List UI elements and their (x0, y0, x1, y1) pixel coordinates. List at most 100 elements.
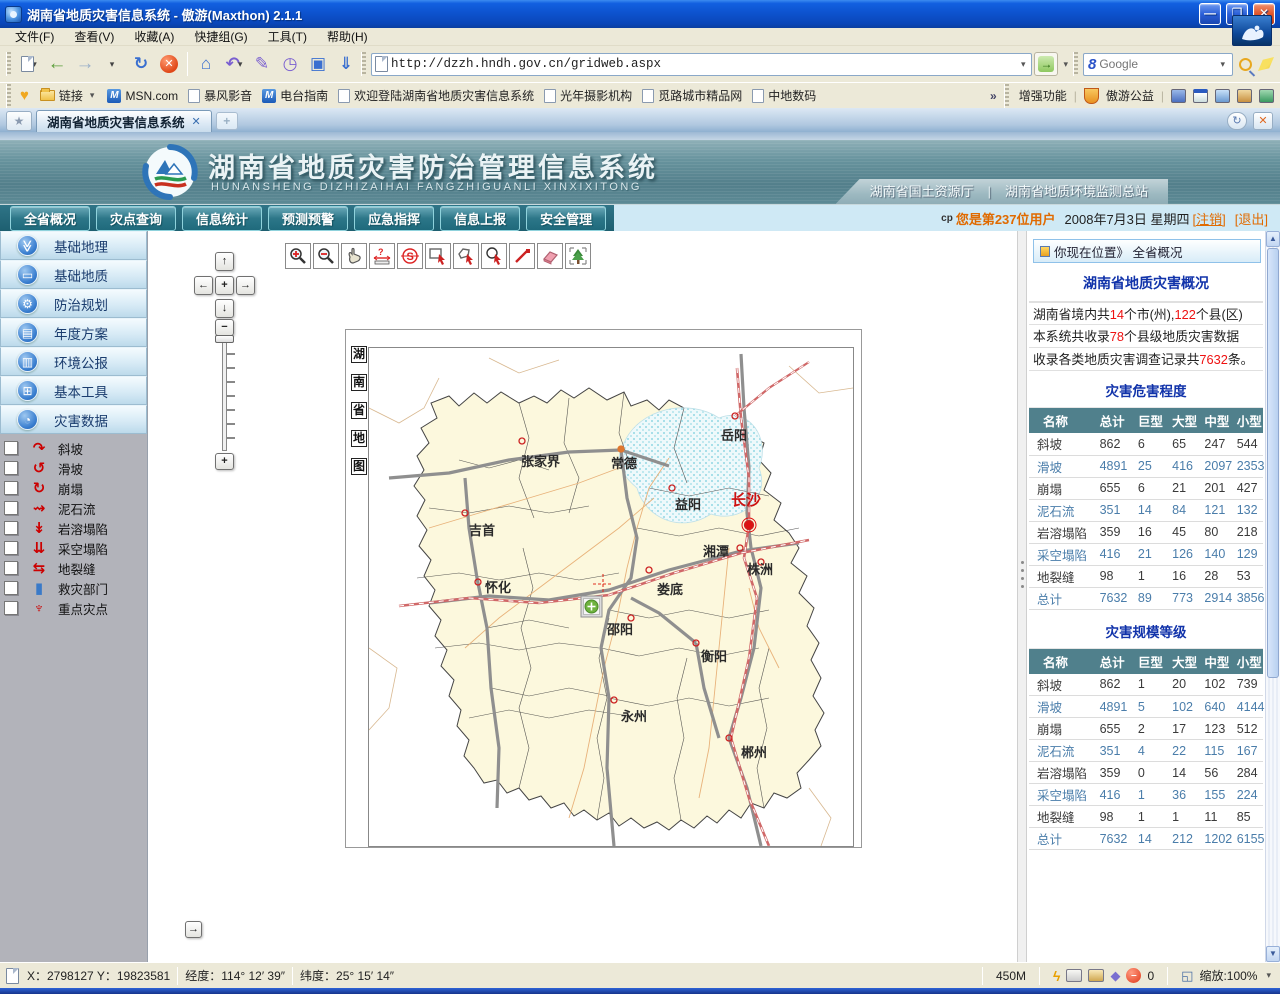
zoom-in-tool-button[interactable] (285, 243, 311, 269)
pan-right-button[interactable]: → (236, 276, 255, 295)
sidebar-item-basic-geography[interactable]: ≫基础地理 (0, 231, 147, 260)
nav-tab-security-mgmt[interactable]: 安全管理 (526, 206, 606, 231)
sidebar-item-basic-geology[interactable]: ▭基础地质 (0, 260, 147, 289)
sidebar-item-disaster-data[interactable]: ◔灾害数据 (0, 405, 147, 434)
nav-tab-province-overview[interactable]: 全省概况 (10, 206, 90, 231)
expand-panel-button[interactable]: → (185, 921, 202, 938)
scroll-down-button[interactable]: ▼ (1266, 946, 1280, 962)
layer-rescue-dept[interactable]: ▮救灾部门 (0, 578, 147, 598)
window-list-button[interactable]: ▣ (305, 51, 331, 77)
link-land-resources-dept[interactable]: 湖南省国土资源厅 (870, 179, 974, 204)
link-hunan-welcome[interactable]: 欢迎登陆湖南省地质灾害信息系统 (333, 87, 539, 104)
address-bar[interactable]: ▾ (371, 53, 1032, 76)
address-input[interactable] (391, 57, 1015, 71)
nav-tab-info-report[interactable]: 信息上报 (440, 206, 520, 231)
favorites-heart-icon[interactable]: ♥ (20, 87, 29, 104)
zoom-out-slider-button[interactable]: − (215, 319, 234, 336)
key-points-checkbox[interactable] (4, 601, 18, 615)
new-page-button[interactable]: ▾ (16, 51, 42, 77)
search-box[interactable]: 8 ▾ (1083, 53, 1233, 76)
maxthon-logo[interactable] (1232, 15, 1272, 46)
window-icon[interactable] (1193, 89, 1208, 103)
vertical-scrollbar[interactable]: ▲ ▼ (1265, 231, 1280, 962)
menu-help[interactable]: 帮助(H) (318, 27, 377, 46)
go-dropdown-icon[interactable]: ▾ (1060, 59, 1071, 70)
nav-tab-forecast-warning[interactable]: 预测预警 (268, 206, 348, 231)
link-guangnian-photo[interactable]: 光年摄影机构 (539, 87, 637, 104)
nav-tab-emergency-command[interactable]: 应急指挥 (354, 206, 434, 231)
new-tab-button[interactable]: + (216, 112, 238, 130)
sidebar-item-prevention-plan[interactable]: ⚙防治规划 (0, 289, 147, 318)
zoom-dropdown-icon[interactable]: ▾ (1263, 970, 1274, 981)
scroll-up-button[interactable]: ▲ (1266, 231, 1280, 247)
printer-icon[interactable] (1066, 969, 1082, 982)
magic-fill-button[interactable]: ✎ (249, 51, 275, 77)
plugins-grip[interactable] (1004, 84, 1009, 108)
plugin-icon[interactable] (1259, 89, 1274, 103)
stop-button[interactable]: ✕ (156, 51, 182, 77)
sidebar-item-env-bulletin[interactable]: ▥环境公报 (0, 347, 147, 376)
link-zhongdi-digital[interactable]: 中地数码 (747, 87, 821, 104)
search-icon[interactable] (1239, 58, 1252, 71)
full-extent-tool-button[interactable] (565, 243, 591, 269)
layer-debris-flow[interactable]: ⇝泥石流 (0, 498, 147, 518)
zoom-slider-thumb[interactable] (215, 335, 234, 343)
pan-down-button[interactable]: ↓ (215, 299, 234, 318)
pan-center-button[interactable]: + (215, 276, 234, 295)
layer-ground-fissure[interactable]: ⇆地裂缝 (0, 558, 147, 578)
map-area[interactable]: ↑ ← + → ↓ − + ?S 湖南省地图 (148, 231, 1017, 962)
sidebar-item-annual-plan[interactable]: ▤年度方案 (0, 318, 147, 347)
resize-icon[interactable]: ◱ (1181, 968, 1193, 984)
city-marker[interactable] (611, 697, 617, 703)
tab-hunan-system[interactable]: 湖南省地质灾害信息系统 ✕ (36, 110, 212, 132)
karst-subsidence-checkbox[interactable] (4, 521, 18, 535)
eraser-tool-icon[interactable]: ◆ (1110, 968, 1120, 984)
landslide-checkbox[interactable] (4, 461, 18, 475)
city-marker[interactable] (475, 579, 481, 585)
city-marker[interactable] (462, 510, 468, 516)
back-button[interactable]: ← (44, 51, 70, 77)
paint-icon[interactable] (1237, 89, 1252, 103)
menu-tools[interactable]: 工具(T) (259, 27, 316, 46)
layer-collapse[interactable]: ↻崩塌 (0, 478, 147, 498)
link-msn[interactable]: MMSN.com (102, 89, 183, 103)
link-radio-guide[interactable]: M电台指南 (257, 87, 333, 104)
link-milu-city[interactable]: 觅路城市精品网 (637, 87, 747, 104)
layer-landslide[interactable]: ↺滑坡 (0, 458, 147, 478)
messenger-icon[interactable] (1171, 89, 1186, 103)
layer-mining-subsidence[interactable]: ⇊采空塌陷 (0, 538, 147, 558)
pan-up-button[interactable]: ↑ (215, 252, 234, 271)
zoom-out-tool-button[interactable] (313, 243, 339, 269)
go-button[interactable]: → (1034, 52, 1058, 76)
tab-close-icon[interactable]: ✕ (192, 115, 201, 128)
scroll-thumb[interactable] (1267, 248, 1279, 678)
history-clock-button[interactable]: ◷ (277, 51, 303, 77)
city-marker[interactable] (618, 446, 624, 452)
rescue-dept-checkbox[interactable] (4, 581, 18, 595)
city-marker[interactable] (745, 521, 754, 530)
menu-favorites[interactable]: 收藏(A) (125, 27, 183, 46)
menu-file[interactable]: 文件(F) (6, 27, 63, 46)
collapse-checkbox[interactable] (4, 481, 18, 495)
zoom-in-slider-button[interactable]: + (215, 453, 234, 470)
search-dropdown-icon[interactable]: ▾ (1217, 59, 1228, 70)
link-geo-env-monitor-station[interactable]: 湖南省地质环境监测总站 (1005, 179, 1148, 204)
undo-button[interactable]: ↶▾ (221, 51, 247, 77)
search-engine-icon[interactable]: 8 (1088, 56, 1096, 73)
pan-tool-button[interactable] (341, 243, 367, 269)
forward-button[interactable]: → (72, 51, 98, 77)
highlighter-icon[interactable] (1258, 57, 1274, 71)
layer-key-points[interactable]: ♆重点灾点 (0, 598, 147, 618)
boost-icon[interactable]: ϟ (1053, 968, 1060, 984)
city-marker[interactable] (726, 735, 732, 741)
menu-quick-groups[interactable]: 快捷组(G) (185, 27, 256, 46)
refresh-button[interactable]: ↻ (128, 51, 154, 77)
scale-tool-button[interactable]: S (397, 243, 423, 269)
addressbar-grip[interactable] (361, 52, 366, 76)
select-rectangle-tool-button[interactable] (425, 243, 451, 269)
draw-line-tool-button[interactable] (509, 243, 535, 269)
maxthon-charity-link[interactable]: 傲游公益 (1106, 87, 1154, 104)
slope-checkbox[interactable] (4, 441, 18, 455)
minimize-button[interactable]: — (1199, 3, 1221, 25)
sketch-icon[interactable] (1088, 969, 1104, 982)
